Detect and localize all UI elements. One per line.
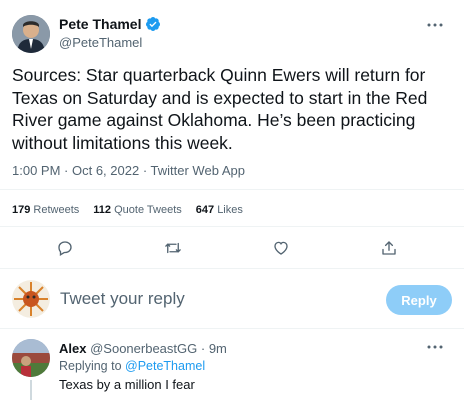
quotes-count: 112 [93,204,112,216]
reply-author-name[interactable]: Alex [59,341,86,356]
verified-badge-icon [145,16,161,32]
reply-author-avatar[interactable] [12,339,50,377]
reply-author-handle[interactable]: @SoonerbeastGG [90,341,197,356]
tweet-source[interactable]: Twitter Web App [151,163,245,178]
reply-button[interactable]: Reply [386,285,452,315]
quote-tweets-stat[interactable]: 112 Quote Tweets [93,204,181,216]
retweets-count: 179 [12,204,31,216]
likes-stat[interactable]: 647 Likes [196,204,243,216]
reply-icon[interactable] [54,237,76,259]
current-user-avatar[interactable] [12,280,50,318]
tweet-meta: 1:00 PM · Oct 6, 2022 · Twitter Web App [12,163,245,178]
reply-text: Texas by a million I fear [59,377,195,392]
replying-to: Replying to @PeteThamel [59,359,206,373]
like-icon[interactable] [270,237,292,259]
divider [0,226,464,227]
retweets-label: Retweets [33,204,80,216]
retweets-stat[interactable]: 179 Retweets [12,204,79,216]
replying-to-handle[interactable]: @PeteThamel [125,359,205,373]
reply-more-icon[interactable] [424,340,446,354]
reply-header: Alex @SoonerbeastGG · 9m [59,341,227,356]
likes-count: 647 [195,204,215,216]
author-avatar[interactable] [12,15,50,53]
divider [0,189,464,190]
stats-row: 179 Retweets 112 Quote Tweets 647 Likes [12,204,243,216]
author-handle[interactable]: @PeteThamel [59,35,142,50]
divider [0,268,464,269]
reply-input[interactable]: Tweet your reply [60,289,360,309]
tweet-time[interactable]: 1:00 PM [12,163,60,178]
divider [0,328,464,329]
stadium-photo-icon [12,339,50,377]
more-horizontal-icon[interactable] [424,14,446,36]
quotes-label: Quote Tweets [114,204,182,216]
thread-line [30,380,32,400]
retweet-icon[interactable] [162,237,184,259]
sunburst-avatar-icon [12,280,50,318]
reply-time[interactable]: 9m [209,341,227,356]
likes-label: Likes [217,204,243,216]
tweet-text: Sources: Star quarterback Quinn Ewers wi… [12,65,428,153]
tweet-date[interactable]: Oct 6, 2022 [72,163,139,178]
share-icon[interactable] [378,237,400,259]
author-photo-icon [12,15,50,53]
author-name[interactable]: Pete Thamel [59,16,141,32]
